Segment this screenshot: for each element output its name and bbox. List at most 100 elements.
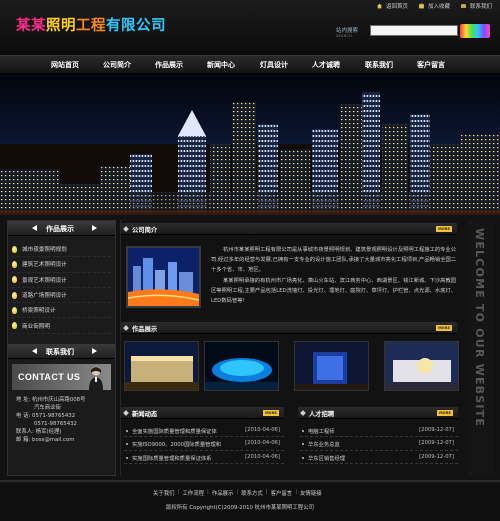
job-item-date: [2009-12-07]: [419, 440, 454, 447]
bullet-icon: [126, 456, 128, 459]
divider: |: [177, 489, 180, 495]
category-label: 桥梁照明设计: [22, 308, 56, 315]
news-title: 新闻动态: [132, 411, 158, 418]
company-photo[interactable]: [126, 246, 201, 308]
category-label: 商业街照明: [22, 323, 50, 330]
job-item-title: 电脑工程师: [308, 429, 335, 435]
category-item[interactable]: 桥梁照明设计: [12, 303, 111, 319]
sidebar: 作品展示 城市夜景照明规划 建筑艺术照明设计 景观艺术照明设计 道路广场照明设计…: [7, 220, 116, 476]
about-more-button[interactable]: MORE: [436, 226, 452, 232]
category-item[interactable]: 城市夜景照明规划: [12, 242, 111, 258]
nav-about[interactable]: 公司简介: [103, 60, 131, 70]
category-item[interactable]: 道路广场照明设计: [12, 288, 111, 304]
add-favorite-label: 加入收藏: [427, 4, 450, 10]
city-night-banner: [0, 74, 500, 215]
news-item[interactable]: 实施国际质量管理和质量保证体系 [2010-04-06]: [124, 451, 284, 464]
footer-link-about[interactable]: 关于我们: [153, 489, 175, 497]
job-item-date: [2009-12-07]: [419, 453, 454, 460]
footer-link-works[interactable]: 作品展示: [212, 489, 234, 497]
diamond-icon: [123, 410, 129, 416]
footer-link-messages[interactable]: 客户留言: [271, 489, 293, 497]
nav-news[interactable]: 新闻中心: [207, 60, 235, 70]
divider: |: [206, 489, 209, 495]
category-item[interactable]: 建筑艺术照明设计: [12, 257, 111, 273]
search-button[interactable]: [460, 24, 490, 38]
job-item[interactable]: 华东业务总监 [2009-12-07]: [300, 437, 458, 451]
jobs-more-button[interactable]: MORE: [437, 410, 453, 416]
divider: |: [265, 489, 268, 495]
header: 某某照明工程有限公司 返回首页 加入收藏 联系我们 站内搜索 SEARCH: [0, 0, 500, 55]
footer: 关于我们 | 工作流程 | 作品展示 | 联系方式 | 客户留言 | 友情链接 版权所有 …: [0, 484, 500, 521]
about-section-header: 公司简介 MORE: [121, 223, 457, 235]
products-box-header: 作品展示: [8, 221, 115, 236]
diamond-icon: [300, 410, 306, 416]
contact-box-header: 联系我们: [8, 343, 115, 359]
search-input[interactable]: [370, 25, 458, 36]
nav-home[interactable]: 网站首页: [51, 60, 79, 70]
footer-link-workflow[interactable]: 工作流程: [182, 489, 204, 497]
nav-messages[interactable]: 客户留言: [417, 60, 445, 70]
news-item-title: 全面实施国际质量管理和质量保证体: [132, 429, 217, 435]
nav-works[interactable]: 作品展示: [155, 60, 183, 70]
contact-link[interactable]: 联系我们: [460, 2, 492, 10]
home-link[interactable]: 返回首页: [376, 2, 408, 10]
job-item-date: [2009-12-07]: [419, 427, 454, 433]
category-item[interactable]: 景观艺术照明设计: [12, 273, 111, 288]
category-label: 景观艺术照明设计: [22, 277, 67, 284]
company-building-image: [128, 248, 199, 306]
news-list: 全面实施国际质量管理和质量保证体 [2010-04-06] 实施ISO9000、2…: [124, 424, 284, 464]
nav-jobs[interactable]: 人才诚聘: [312, 60, 340, 70]
works-section-header: 作品展示 MORE: [121, 322, 457, 334]
company-intro: 杭州市某某照明工程有限公司是从事城市夜景照明规划、建筑景观照明设计及照明工程施工…: [211, 245, 457, 306]
bullet-icon: [126, 443, 128, 446]
footer-link-friends[interactable]: 友情链接: [300, 489, 322, 497]
contact-email: 邮 箱: boss@mail.com: [16, 436, 75, 443]
add-favorite-link[interactable]: 加入收藏: [418, 2, 450, 10]
mail-icon: [460, 4, 467, 8]
news-item[interactable]: 全面实施国际质量管理和质量保证体 [2010-04-06]: [124, 424, 284, 438]
company-logo[interactable]: 某某照明工程有限公司: [16, 14, 166, 35]
news-section-header: 新闻动态 MORE: [121, 407, 284, 419]
category-label: 建筑艺术照明设计: [22, 262, 67, 269]
divider: |: [236, 489, 239, 495]
product-image: [125, 342, 198, 390]
bulb-icon: [12, 260, 17, 268]
product-thumbnail-4[interactable]: [384, 341, 459, 391]
welcome-vertical-banner: WELCOME TO OUR WEBSITE: [468, 220, 495, 476]
contact-address-line2: 汽车商业街: [16, 404, 61, 411]
product-thumbnail-1[interactable]: [124, 341, 199, 391]
arrow-left-icon: [32, 225, 37, 231]
nav-contact[interactable]: 联系我们: [365, 60, 393, 70]
logo-text-part: 工程: [76, 18, 106, 34]
footer-link-contact[interactable]: 联系方式: [241, 489, 263, 497]
works-more-button[interactable]: MORE: [436, 325, 452, 331]
contact-box-title: 联系我们: [46, 347, 74, 356]
news-item-date: [2010-04-06]: [245, 427, 280, 433]
copyright: 版权所有 Copyright(C)2009-2010 杭州市某某照明工程公司: [166, 505, 314, 511]
product-thumbnail-3[interactable]: [294, 341, 369, 391]
contact-link-label: 联系我们: [469, 4, 492, 10]
contact-details: 地 址: 杭州市庆山高路008号 汽车商业街 电 话: 0571-9876543…: [8, 390, 115, 444]
category-label: 城市夜景照明规划: [22, 247, 67, 254]
works-title: 作品展示: [132, 326, 158, 333]
job-item[interactable]: 电脑工程师 [2009-12-07]: [300, 424, 458, 438]
news-item-date: [2010-04-06]: [245, 453, 280, 460]
nav-lamp-design[interactable]: 灯具设计: [260, 60, 288, 70]
home-icon: [377, 3, 382, 9]
category-item[interactable]: 商业街照明: [12, 318, 111, 334]
footer-divider: [0, 480, 500, 482]
arrow-left-icon: [32, 347, 37, 354]
bulb-icon: [12, 291, 17, 299]
news-more-button[interactable]: MORE: [263, 410, 279, 416]
job-item[interactable]: 华东区销售经理 [2009-12-07]: [300, 451, 458, 464]
product-image: [295, 342, 368, 390]
product-thumbnail-2[interactable]: [204, 341, 279, 391]
job-item-title: 华东业务总监: [308, 442, 340, 449]
bulb-icon: [12, 322, 17, 330]
news-item[interactable]: 实施ISO9000、2000国际质量管理和 [2010-04-06]: [124, 437, 284, 451]
home-link-label: 返回首页: [385, 4, 408, 10]
footer-links: 关于我们 | 工作流程 | 作品展示 | 联系方式 | 客户留言 | 友情链接: [153, 489, 322, 497]
arrow-right-icon: [92, 347, 97, 354]
bullet-icon: [126, 430, 128, 432]
contact-phone-2: 0571-98765432: [16, 420, 77, 427]
